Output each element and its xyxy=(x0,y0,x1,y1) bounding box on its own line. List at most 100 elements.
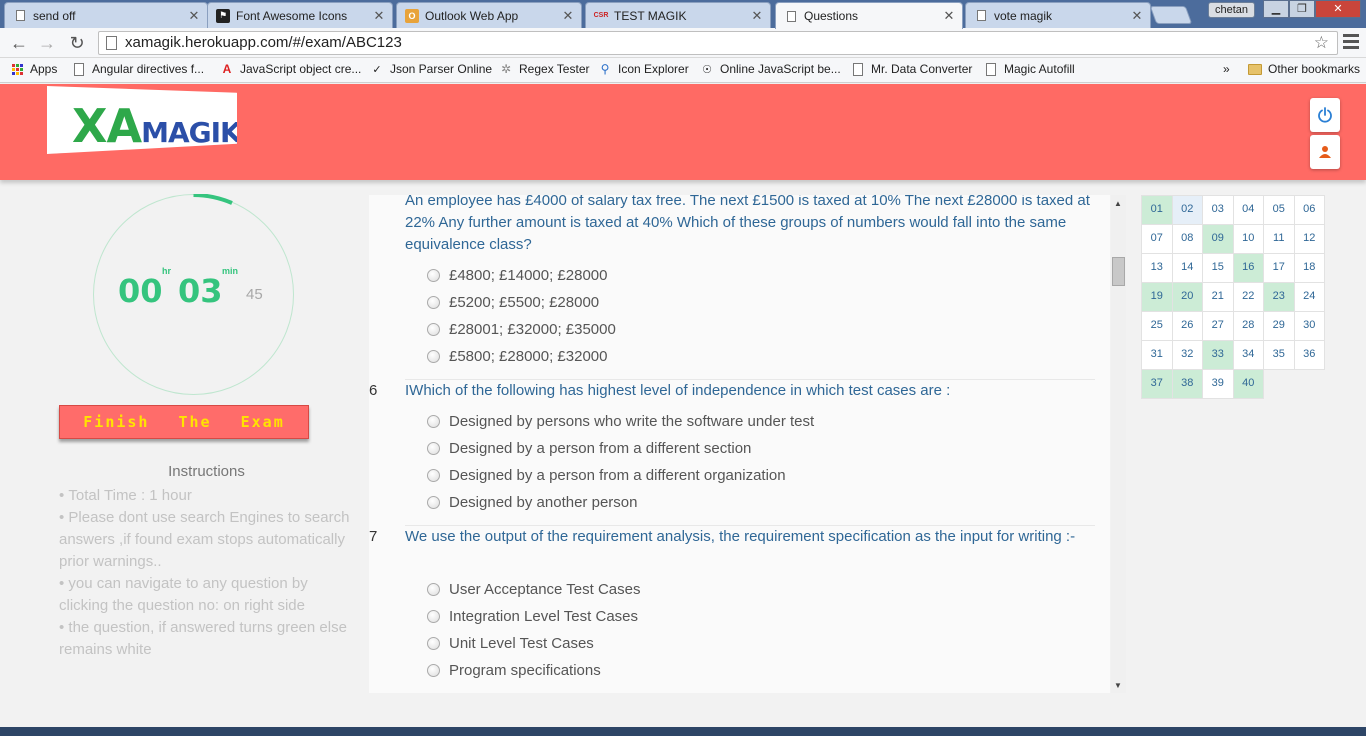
answer-option[interactable]: £5200; £5500; £28000 xyxy=(427,294,599,311)
question-nav-cell[interactable]: 23 xyxy=(1263,282,1295,312)
close-icon[interactable]: ✕ xyxy=(942,8,956,24)
question-nav-cell[interactable]: 24 xyxy=(1293,282,1325,312)
answer-option[interactable]: Program specifications xyxy=(427,662,601,679)
question-nav-cell[interactable]: 36 xyxy=(1293,340,1325,370)
bookmark-json-parser[interactable]: ✓ Json Parser Online xyxy=(370,62,492,76)
user-button[interactable] xyxy=(1310,135,1340,169)
radio-button[interactable] xyxy=(427,350,440,363)
minimize-button[interactable]: ▁ xyxy=(1263,0,1289,18)
tab-test-magik[interactable]: CSR TEST MAGIK ✕ xyxy=(585,2,771,28)
question-nav-cell[interactable]: 11 xyxy=(1263,224,1295,254)
close-icon[interactable]: ✕ xyxy=(750,8,764,24)
question-nav-cell[interactable]: 06 xyxy=(1293,195,1325,225)
radio-button[interactable] xyxy=(427,637,440,650)
question-nav-cell[interactable]: 05 xyxy=(1263,195,1295,225)
question-nav-cell[interactable]: 15 xyxy=(1202,253,1234,283)
bookmark-online-javascript[interactable]: ☉ Online JavaScript be... xyxy=(700,62,841,76)
bookmarks-overflow-chevron[interactable]: » xyxy=(1223,62,1230,76)
answer-option[interactable]: Designed by another person xyxy=(427,494,637,511)
address-bar[interactable]: xamagik.herokuapp.com/#/exam/ABC123 ☆ xyxy=(98,31,1338,55)
bookmark-magic-autofill[interactable]: Magic Autofill xyxy=(984,62,1075,76)
question-nav-cell[interactable]: 03 xyxy=(1202,195,1234,225)
question-nav-cell[interactable]: 21 xyxy=(1202,282,1234,312)
questions-scrollbar[interactable]: ▲ ▼ xyxy=(1111,195,1126,693)
question-nav-cell[interactable]: 27 xyxy=(1202,311,1234,341)
answer-option[interactable]: £4800; £14000; £28000 xyxy=(427,267,608,284)
question-nav-cell[interactable]: 37 xyxy=(1141,369,1173,399)
bookmark-apps[interactable]: Apps xyxy=(10,62,57,76)
question-nav-cell[interactable]: 13 xyxy=(1141,253,1173,283)
question-nav-cell[interactable]: 35 xyxy=(1263,340,1295,370)
question-nav-cell[interactable]: 22 xyxy=(1232,282,1264,312)
question-nav-cell[interactable]: 39 xyxy=(1202,369,1234,399)
bookmark-javascript-object[interactable]: A JavaScript object cre... xyxy=(220,62,362,76)
radio-button[interactable] xyxy=(427,664,440,677)
question-nav-cell[interactable]: 33 xyxy=(1202,340,1234,370)
bookmark-icon-explorer[interactable]: ⚲ Icon Explorer xyxy=(598,62,689,76)
question-nav-cell[interactable]: 04 xyxy=(1232,195,1264,225)
scroll-down-arrow-icon[interactable]: ▼ xyxy=(1114,681,1122,690)
power-button[interactable] xyxy=(1310,98,1340,132)
question-nav-cell[interactable]: 34 xyxy=(1232,340,1264,370)
close-icon[interactable]: ✕ xyxy=(561,8,575,24)
question-nav-cell[interactable]: 07 xyxy=(1141,224,1173,254)
tab-questions[interactable]: Questions ✕ xyxy=(775,2,963,29)
close-icon[interactable]: ✕ xyxy=(1130,8,1144,24)
question-nav-cell[interactable]: 20 xyxy=(1171,282,1203,312)
question-nav-cell[interactable]: 17 xyxy=(1263,253,1295,283)
question-nav-cell[interactable]: 08 xyxy=(1171,224,1203,254)
radio-button[interactable] xyxy=(427,610,440,623)
close-icon[interactable]: ✕ xyxy=(187,8,201,24)
close-icon[interactable]: ✕ xyxy=(372,8,386,24)
window-close-button[interactable]: ✕ xyxy=(1315,0,1361,18)
xamagik-logo[interactable]: XAMAGIK xyxy=(47,86,237,154)
questions-panel[interactable]: An employee has £4000 of salary tax free… xyxy=(369,195,1110,693)
question-nav-cell[interactable]: 31 xyxy=(1141,340,1173,370)
radio-button[interactable] xyxy=(427,296,440,309)
question-nav-cell[interactable]: 28 xyxy=(1232,311,1264,341)
bookmark-regex-tester[interactable]: ✲ Regex Tester xyxy=(499,62,590,76)
answer-option[interactable]: Designed by a person from a different se… xyxy=(427,440,751,457)
answer-option[interactable]: Unit Level Test Cases xyxy=(427,635,594,652)
answer-option[interactable]: £5800; £28000; £32000 xyxy=(427,348,608,365)
question-nav-cell[interactable]: 10 xyxy=(1232,224,1264,254)
question-nav-cell[interactable]: 14 xyxy=(1171,253,1203,283)
answer-option[interactable]: Designed by persons who write the softwa… xyxy=(427,413,814,430)
bookmark-mr-data-converter[interactable]: Mr. Data Converter xyxy=(851,62,972,76)
question-nav-cell[interactable]: 12 xyxy=(1293,224,1325,254)
question-nav-cell[interactable]: 09 xyxy=(1202,224,1234,254)
radio-button[interactable] xyxy=(427,469,440,482)
question-nav-cell[interactable]: 30 xyxy=(1293,311,1325,341)
forward-arrow-icon[interactable]: → xyxy=(36,32,58,54)
reload-icon[interactable]: ↻ xyxy=(66,32,88,54)
maximize-button[interactable]: ❐ xyxy=(1289,0,1315,18)
radio-button[interactable] xyxy=(427,269,440,282)
scroll-thumb[interactable] xyxy=(1112,257,1125,286)
question-nav-cell[interactable]: 01 xyxy=(1141,195,1173,225)
question-nav-cell[interactable]: 25 xyxy=(1141,311,1173,341)
radio-button[interactable] xyxy=(427,496,440,509)
profile-user-badge[interactable]: chetan xyxy=(1208,2,1256,18)
bookmark-angular-directives[interactable]: Angular directives f... xyxy=(72,62,204,76)
question-nav-cell[interactable]: 29 xyxy=(1263,311,1295,341)
menu-icon[interactable] xyxy=(1343,34,1359,52)
tab-outlook[interactable]: O Outlook Web App ✕ xyxy=(396,2,582,28)
star-icon[interactable]: ☆ xyxy=(1314,32,1329,54)
back-arrow-icon[interactable]: ← xyxy=(8,32,30,54)
answer-option[interactable]: Integration Level Test Cases xyxy=(427,608,638,625)
question-nav-cell[interactable]: 16 xyxy=(1232,253,1264,283)
tab-font-awesome[interactable]: ⚑ Font Awesome Icons ✕ xyxy=(207,2,393,28)
question-nav-cell[interactable]: 18 xyxy=(1293,253,1325,283)
finish-exam-button[interactable]: Finish The Exam xyxy=(59,405,309,439)
answer-option[interactable]: Designed by a person from a different or… xyxy=(427,467,786,484)
radio-button[interactable] xyxy=(427,583,440,596)
radio-button[interactable] xyxy=(427,442,440,455)
question-nav-cell[interactable]: 32 xyxy=(1171,340,1203,370)
tab-vote-magik[interactable]: vote magik ✕ xyxy=(965,2,1151,28)
answer-option[interactable]: User Acceptance Test Cases xyxy=(427,581,640,598)
question-nav-cell[interactable]: 26 xyxy=(1171,311,1203,341)
question-nav-cell[interactable]: 40 xyxy=(1232,369,1264,399)
new-tab-button[interactable] xyxy=(1149,6,1193,24)
question-nav-cell[interactable]: 38 xyxy=(1171,369,1203,399)
radio-button[interactable] xyxy=(427,323,440,336)
